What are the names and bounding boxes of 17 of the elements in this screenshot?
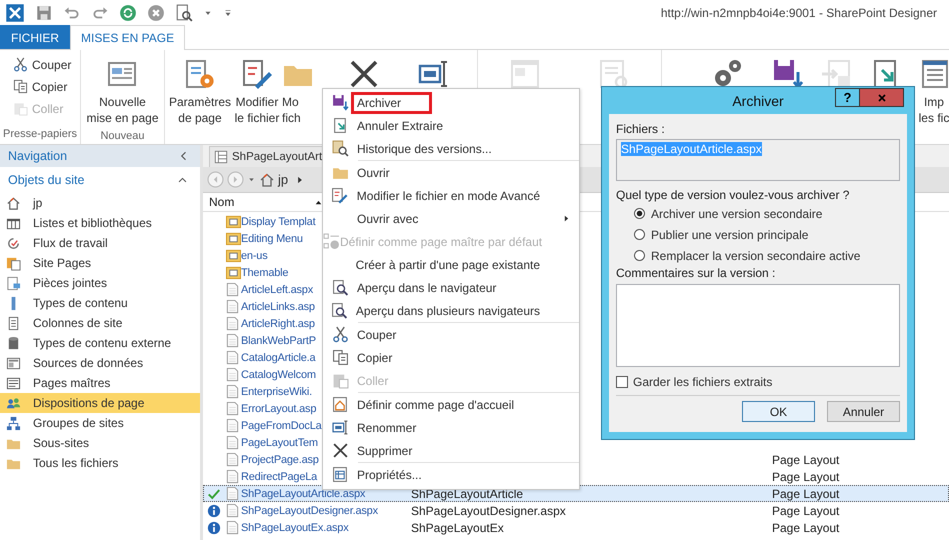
table-cell: Page Layout: [772, 452, 840, 466]
field-label: Commentaires sur la version :: [616, 266, 776, 281]
group-label: Nouveau: [99, 130, 146, 144]
table-cell: Page Layout: [772, 486, 840, 500]
dialog-title: Archiver: [732, 92, 784, 108]
window-title: http://win-n2mnpb4oi4e:9001 - SharePoint Designer: [660, 6, 937, 20]
table-cell: ShPageLayoutDesigner.aspx: [411, 504, 566, 518]
question-text: Quel type de version voulez-vous archiver ?: [616, 188, 850, 203]
table-cell: ShPageLayoutEx: [411, 520, 504, 534]
table-cell: ShPageLayoutArticle: [411, 486, 524, 500]
pane-title: Navigation: [8, 149, 68, 163]
group-label: Presse-papiers: [3, 128, 77, 142]
table-cell: Page Layout: [772, 520, 840, 534]
section-title: Objets du site: [8, 173, 84, 187]
field-label: Fichiers :: [616, 122, 666, 137]
table-cell: Page Layout: [772, 504, 840, 518]
table-cell: Page Layout: [772, 470, 840, 484]
